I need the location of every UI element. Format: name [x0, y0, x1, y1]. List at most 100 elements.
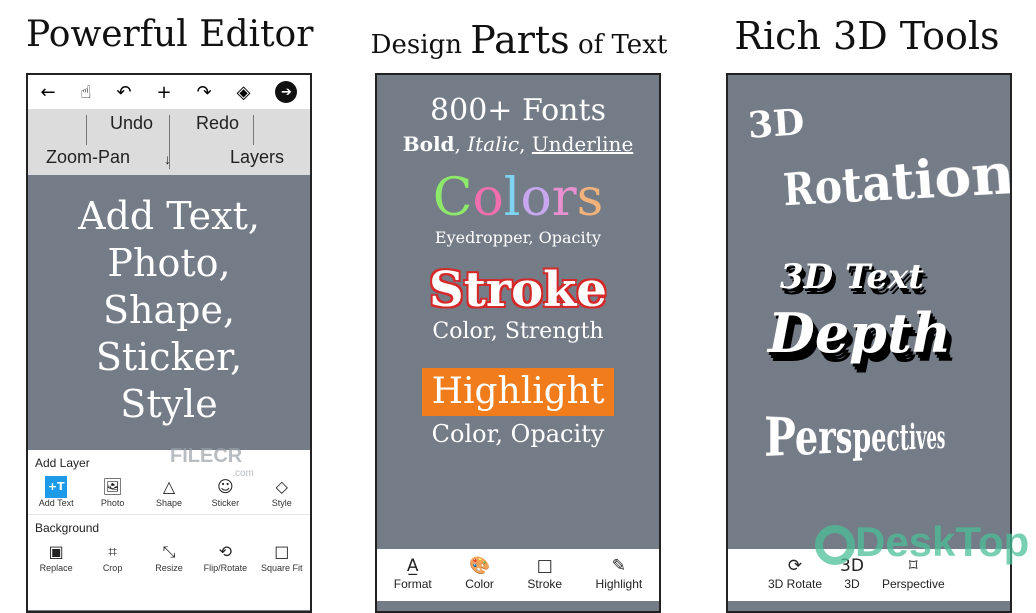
title-suffix: of Text	[577, 30, 668, 60]
flip-rotate-icon: ⟲	[218, 542, 233, 561]
tool-label: Flip/Rotate	[203, 563, 248, 573]
headline: Add Text, Photo, Shape, Sticker, Style	[28, 175, 310, 428]
guide-undo: Undo	[110, 113, 154, 133]
sticker-icon: ☺	[217, 477, 234, 496]
bold-sample: Bold	[402, 132, 455, 156]
square-fit-icon: □	[274, 542, 290, 561]
tool-3d[interactable]: 3D 3D	[840, 555, 864, 601]
tool-format[interactable]: A̲ Format	[394, 555, 432, 601]
hand-pan-icon[interactable]: ☝	[81, 82, 92, 103]
stroke-icon: □	[536, 556, 553, 576]
rotation-3d-label: 3D	[746, 101, 806, 147]
tool-label: Photo	[100, 498, 125, 508]
perspectives-label: Perspectives	[764, 405, 946, 469]
fonts-heading: 800+ Fonts	[430, 93, 606, 128]
rotation-label: Rotation	[781, 138, 1012, 216]
tool-3d-rotate[interactable]: ⟳ 3D Rotate	[768, 555, 822, 601]
tool-crop[interactable]: ⌗ Crop	[86, 541, 140, 573]
tool-label: Format	[393, 577, 432, 591]
editor-toolbar: ← ☝ ↶ + ↷ ◈ ➔	[28, 75, 310, 109]
tool-flip-rotate[interactable]: ⟲ Flip/Rotate	[198, 541, 252, 573]
3d-rotate-icon: ⟳	[787, 556, 803, 576]
guide-layers: Layers	[230, 147, 285, 167]
title-3d-tools: Rich 3D Tools	[734, 14, 1000, 58]
color-icon: 🎨	[468, 556, 491, 576]
3d-icon: 3D	[840, 556, 864, 576]
crop-icon: ⌗	[108, 542, 118, 561]
colors-sub: Eyedropper, Opacity	[434, 228, 602, 247]
headline-line: Shape,	[102, 288, 236, 332]
toolbar-guide: Undo Redo Zoom-Pan Layers ↓	[28, 109, 310, 175]
tool-resize[interactable]: ⤡ Resize	[142, 541, 196, 573]
back-arrow-icon[interactable]: ←	[40, 82, 55, 103]
guide-down-arrow: ↓	[164, 151, 171, 167]
phone-editor: ← ☝ ↶ + ↷ ◈ ➔ Undo Redo Zoom-Pan Layers ↓ Add …	[26, 73, 312, 613]
colors-letter: s	[576, 168, 604, 228]
format-icon: A̲	[406, 556, 419, 576]
tool-label: Resize	[155, 563, 183, 573]
italic-sample: Italic	[467, 132, 520, 156]
stroke-sub: Color, Strength	[432, 319, 604, 344]
tool-label: Square Fit	[260, 563, 303, 573]
text-tools-bar: A̲ Format 🎨 Color □ Stroke ✎ Highlight	[377, 549, 659, 601]
tool-label: Style	[271, 498, 292, 508]
tool-label: 3D Rotate	[768, 577, 823, 591]
colors-letter: o	[520, 168, 552, 228]
tool-color[interactable]: 🎨 Color	[465, 555, 494, 601]
tool-label: Crop	[102, 563, 123, 573]
add-layer-row: +T Add Text 🖼 Photo △ Shape ☺ Sticker ◇ Style	[28, 476, 310, 508]
colors-letter: C	[432, 168, 473, 228]
photo-icon: 🖼	[102, 477, 123, 496]
highlight-sub: Color, Opacity	[431, 420, 605, 448]
tool-label: Highlight	[595, 577, 643, 591]
perspective-icon: ⌑	[908, 556, 918, 576]
title-prefix: Design	[370, 30, 462, 60]
next-icon[interactable]: ➔	[275, 81, 298, 103]
guide-redo: Redo	[196, 113, 240, 133]
text-3d-label: 3D Text	[780, 257, 924, 297]
colors-letter: o	[472, 168, 504, 228]
replace-icon: ▣	[48, 542, 64, 561]
tool-add-text[interactable]: +T Add Text	[29, 476, 83, 508]
guide-zoom-pan: Zoom-Pan	[46, 147, 131, 167]
headline-line: Photo,	[107, 241, 231, 285]
add-icon[interactable]: +	[157, 82, 172, 103]
headline-line: Sticker,	[95, 335, 243, 379]
headline-line: Add Text,	[78, 194, 260, 238]
tool-stroke[interactable]: □ Stroke	[527, 555, 562, 601]
tool-square-fit[interactable]: □ Square Fit	[255, 541, 309, 573]
layers-icon[interactable]: ◈	[237, 82, 251, 103]
tool-replace[interactable]: ▣ Replace	[29, 541, 83, 573]
tool-perspective[interactable]: ⌑ Perspective	[882, 555, 945, 601]
undo-icon[interactable]: ↶	[116, 82, 131, 103]
tool-label: Shape	[155, 498, 182, 508]
redo-icon[interactable]: ↷	[197, 82, 212, 103]
tool-label: Stroke	[527, 577, 563, 591]
highlight-icon: ✎	[611, 556, 626, 576]
highlight-heading: Highlight	[422, 368, 614, 416]
resize-icon: ⤡	[162, 542, 176, 561]
colors-letter: r	[551, 168, 577, 228]
stroke-heading: Stroke	[429, 262, 607, 318]
add-text-icon: +T	[45, 476, 68, 498]
depth-label: Depth	[768, 301, 952, 365]
background-row: ▣ Replace ⌗ Crop ⤡ Resize ⟲ Flip/Rotate □ Square …	[28, 541, 310, 573]
tool-label: Perspective	[881, 577, 945, 591]
tool-shape[interactable]: △ Shape	[142, 476, 196, 508]
style-icon: ◇	[275, 477, 288, 496]
tool-label: Add Text	[38, 498, 74, 508]
tool-label: Sticker	[211, 498, 240, 508]
phone-3d-tools: 3D Rotation 3D Text Depth Perspectives ⟳…	[726, 73, 1012, 613]
add-layer-label: Add Layer	[35, 456, 90, 470]
title-big: Parts	[470, 18, 570, 62]
tool-style[interactable]: ◇ Style	[255, 476, 309, 508]
font-styles: Bold, Italic, Underline	[402, 132, 634, 156]
bottom-panel: Add Layer +T Add Text 🖼 Photo △ Shape ☺ Sticker…	[28, 450, 310, 610]
tool-photo[interactable]: 🖼 Photo	[86, 476, 140, 508]
underline-sample: Underline	[531, 132, 634, 156]
tool-sticker[interactable]: ☺ Sticker	[198, 476, 252, 508]
colors-heading: Colors	[377, 168, 659, 228]
tool-label: Color	[465, 577, 494, 591]
tool-highlight[interactable]: ✎ Highlight	[596, 555, 643, 601]
title-design-parts: Design Parts of Text	[360, 18, 678, 62]
